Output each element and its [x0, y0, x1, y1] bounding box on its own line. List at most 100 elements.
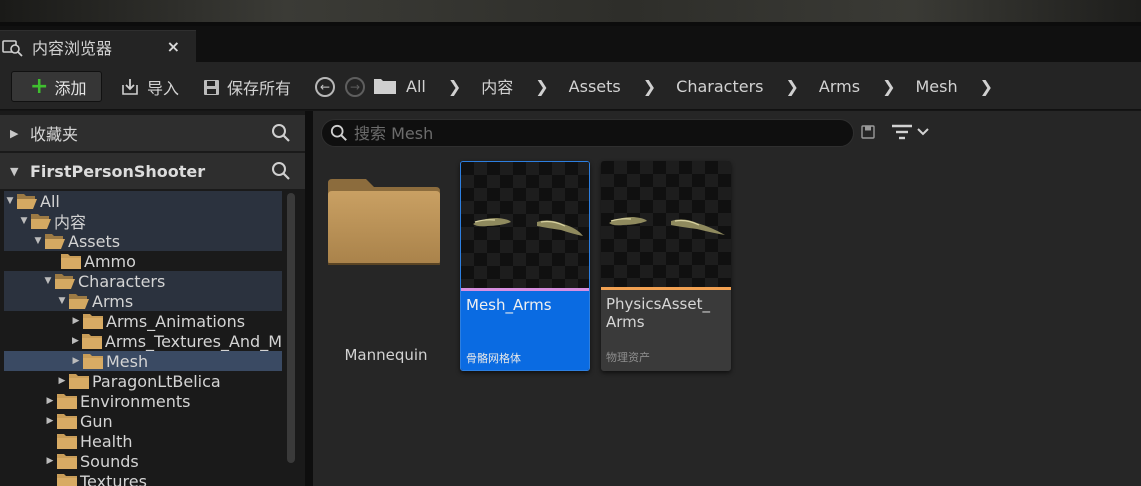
tree-item-label: Arms_Animations [106, 311, 246, 331]
expand-down-icon[interactable]: ▼ [4, 196, 16, 206]
forward-button[interactable]: → [345, 77, 365, 97]
asset-info: PhysicsAsset_ Arms 物理资产 [601, 290, 731, 371]
filter-icon [892, 124, 912, 140]
arms-mesh-preview [473, 218, 583, 236]
favorites-label: 收藏夹 [30, 125, 79, 144]
tree-item-label: Arms [92, 291, 134, 311]
tree-item[interactable]: ▼ 内容 [4, 211, 282, 232]
asset-tile-mesh-arms[interactable]: Mesh_Arms 骨骼网格体 [460, 161, 590, 371]
tree-scrollbar[interactable] [287, 193, 295, 463]
expand-right-icon[interactable]: ▶ [44, 396, 56, 406]
search-icon [330, 124, 347, 141]
tree-item[interactable]: Ammo [4, 251, 282, 271]
tab-content-browser[interactable]: 内容浏览器 × [0, 30, 196, 62]
favorites-header[interactable]: ▶ 收藏夹 [0, 115, 305, 151]
folder-icon [60, 252, 82, 270]
tree-item[interactable]: ▼ Characters [4, 271, 282, 291]
asset-thumbnail [601, 161, 731, 288]
folder-icon [328, 179, 440, 265]
tree-item[interactable]: ▼ Arms [4, 291, 282, 311]
breadcrumb-characters[interactable]: Characters [676, 77, 763, 96]
panel-splitter[interactable] [305, 111, 313, 486]
breadcrumb-separator[interactable]: ❯ [882, 77, 895, 96]
asset-thumbnail [461, 162, 589, 289]
asset-type-label: 骨骼网格体 [466, 352, 521, 365]
expand-right-icon[interactable]: ▶ [70, 356, 82, 366]
tree-item[interactable]: Textures [4, 471, 282, 486]
folder-icon [56, 392, 78, 410]
asset-folder-mannequin[interactable]: Mannequin [326, 161, 456, 371]
tree-item[interactable]: Health [4, 431, 282, 451]
breadcrumb-separator[interactable]: ❯ [980, 77, 993, 96]
folder-open-icon [16, 192, 38, 210]
save-all-button[interactable]: 保存所有 [203, 75, 291, 99]
project-header[interactable]: ▼ FirstPersonShooter [0, 153, 305, 189]
viewport-background-strip [0, 0, 1141, 26]
expand-right-icon[interactable]: ▶ [56, 376, 68, 386]
asset-type-label: 物理资产 [606, 351, 650, 364]
folder-icon [56, 432, 78, 450]
tree-item[interactable]: ▼ All [4, 191, 282, 211]
search-icon[interactable] [271, 161, 291, 181]
asset-tile-physics-asset[interactable]: PhysicsAsset_ Arms 物理资产 [601, 161, 731, 371]
tree-item[interactable]: ▶ Arms_Textures_And_M [4, 331, 282, 351]
tree-item[interactable]: ▶ Mesh [4, 351, 282, 371]
expand-down-icon[interactable]: ▼ [42, 276, 54, 286]
expand-right-icon[interactable]: ▶ [44, 456, 56, 466]
tree-item-label: All [40, 191, 60, 211]
folder-open-icon [54, 272, 76, 290]
import-button[interactable]: 导入 [120, 75, 179, 99]
tree-item[interactable]: ▶ Sounds [4, 451, 282, 471]
tree-item[interactable]: ▶ Arms_Animations [4, 311, 282, 331]
folder-icon [56, 412, 78, 430]
expand-down-icon[interactable]: ▼ [56, 296, 68, 306]
tree-item[interactable]: ▶ ParagonLtBelica [4, 371, 282, 391]
tree-item-label: Sounds [80, 451, 139, 471]
breadcrumb-mesh[interactable]: Mesh [915, 77, 957, 96]
expand-down-icon[interactable]: ▼ [18, 216, 30, 226]
breadcrumb-arms[interactable]: Arms [819, 77, 860, 96]
search-icon[interactable] [271, 123, 291, 143]
close-icon[interactable]: × [167, 37, 180, 56]
folder-open-icon [68, 292, 90, 310]
breadcrumb-separator[interactable]: ❯ [785, 77, 798, 96]
expand-right-icon[interactable]: ▶ [10, 127, 24, 140]
import-label: 导入 [147, 79, 180, 98]
save-icon [204, 79, 219, 95]
expand-right-icon[interactable]: ▶ [70, 336, 81, 346]
project-label: FirstPersonShooter [30, 161, 206, 181]
tree-item-label: Textures [80, 471, 147, 486]
tree-item-label: Characters [78, 271, 166, 291]
tree-item[interactable]: ▼ Assets [4, 231, 282, 251]
content-browser-icon [2, 36, 24, 58]
expand-right-icon[interactable]: ▶ [44, 416, 56, 426]
asset-search[interactable] [321, 119, 854, 147]
tree-item-label: Arms_Textures_And_M [104, 331, 282, 351]
breadcrumb-separator[interactable]: ❯ [643, 77, 656, 96]
breadcrumb-all[interactable]: All [406, 77, 426, 96]
folder-icon [82, 312, 104, 330]
tree-item-label: Assets [68, 231, 121, 251]
sources-panel: ▶ 收藏夹 ▼ FirstPersonShooter ▼ All ▼ 内容 ▼ Asset… [0, 111, 305, 486]
breadcrumb-content[interactable]: 内容 [481, 74, 513, 98]
breadcrumb-assets[interactable]: Assets [569, 77, 621, 96]
filter-button[interactable] [891, 122, 929, 142]
tree-item[interactable]: ▶ Environments [4, 391, 282, 411]
expand-down-icon[interactable]: ▼ [10, 165, 24, 178]
tree-item[interactable]: ▶ Gun [4, 411, 282, 431]
asset-name: PhysicsAsset_ Arms [606, 295, 710, 331]
add-button[interactable]: + 添加 [11, 71, 102, 102]
breadcrumb-separator[interactable]: ❯ [535, 77, 548, 96]
breadcrumb-separator[interactable]: ❯ [448, 77, 461, 96]
tree-item-label: 内容 [54, 213, 87, 232]
back-button[interactable]: ← [315, 77, 335, 97]
folder-icon [56, 472, 78, 486]
asset-view: Mannequin Mesh_Arms 骨骼网格体 [313, 111, 1141, 486]
folder-icon [81, 332, 103, 350]
expand-right-icon[interactable]: ▶ [70, 316, 82, 326]
folder-open-icon [30, 212, 52, 230]
save-search-icon[interactable] [861, 125, 875, 139]
search-input[interactable] [354, 123, 834, 143]
add-button-label: 添加 [54, 78, 87, 98]
expand-down-icon[interactable]: ▼ [32, 236, 44, 246]
